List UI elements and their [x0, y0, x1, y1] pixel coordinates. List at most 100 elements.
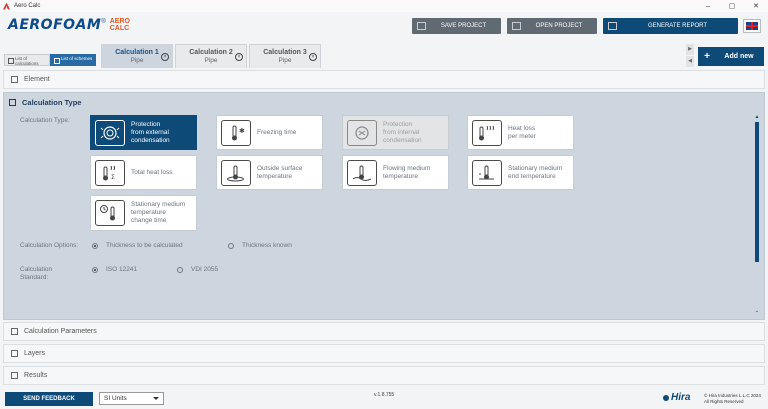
- radio-empty-icon: [228, 242, 234, 249]
- logo-sub-calc: CALC: [109, 25, 130, 32]
- close-tab-icon[interactable]: ×: [235, 53, 243, 61]
- list-of-schemes-button[interactable]: List of schemes: [50, 54, 96, 66]
- section-label: Calculation Parameters: [24, 328, 97, 335]
- generate-report-button[interactable]: GENERATE REPORT: [603, 18, 738, 34]
- card-stationary-end-temperature[interactable]: Stationary medium end temperature: [467, 155, 574, 190]
- surface-temperature-icon: [221, 159, 251, 186]
- version-label: v.1.8.755: [374, 392, 395, 398]
- section-results[interactable]: Results: [3, 366, 765, 385]
- tab-scroll-right-icon[interactable]: ▶: [686, 44, 694, 55]
- aerofoam-logo: AEROFOAM ® AERO CALC: [8, 17, 130, 33]
- layers-icon: [11, 350, 18, 357]
- calculation-type-header[interactable]: Calculation Type: [4, 93, 764, 112]
- scroll-up-icon[interactable]: ▲: [754, 114, 760, 120]
- scroll-thumb[interactable]: [755, 122, 759, 262]
- send-feedback-button[interactable]: SEND FEEDBACK: [5, 392, 93, 406]
- add-new-button[interactable]: + Add new: [698, 47, 764, 66]
- scroll-down-icon[interactable]: ⌄: [754, 308, 760, 314]
- section-element[interactable]: Element: [3, 70, 765, 89]
- save-icon: [417, 22, 426, 30]
- card-protection-external[interactable]: Protection from external condensation: [90, 115, 197, 150]
- calculation-type-label: Calculation Type:: [20, 117, 70, 124]
- hira-brand: Hira: [671, 392, 691, 403]
- tab-scroll-left-icon[interactable]: ◀: [686, 56, 694, 67]
- window-controls: – ▢ ✕: [696, 0, 768, 12]
- copyright: © Hira Industries L.L.C 2024 All Rights …: [704, 393, 761, 405]
- calculation-standard-label: Calculation Standard:: [20, 266, 53, 281]
- maximize-icon[interactable]: ▢: [720, 0, 744, 12]
- save-project-label: SAVE PROJECT: [440, 23, 487, 29]
- vertical-scrollbar[interactable]: ▲ ⌄: [754, 114, 760, 320]
- units-select[interactable]: SI Units: [99, 392, 164, 405]
- section-label: Layers: [24, 350, 46, 357]
- open-project-button[interactable]: OPEN PROJECT: [507, 18, 597, 34]
- tab-scroll: ▶ ◀: [686, 44, 694, 68]
- parameters-icon: [11, 328, 18, 335]
- app-icon: [3, 2, 10, 10]
- card-flowing-medium-temperature[interactable]: Flowing medium temperature: [342, 155, 449, 190]
- radio-label: VDI 2055: [191, 266, 219, 273]
- logo-reg: ®: [101, 19, 106, 25]
- flowing-medium-icon: [347, 159, 377, 186]
- radio-selected-icon: [92, 266, 98, 273]
- radio-vdi-2055[interactable]: VDI 2055: [177, 266, 218, 273]
- units-value: SI Units: [104, 395, 127, 402]
- card-label: Outside surface temperature: [257, 164, 303, 180]
- tab-calculation-3[interactable]: Calculation 3 Pipe ×: [249, 44, 321, 68]
- card-stationary-change-time[interactable]: Stationary medium temperature change time: [90, 195, 197, 231]
- card-heat-loss-per-meter[interactable]: Heat loss per meter: [467, 115, 574, 150]
- copyright-line-2: All Rights Reserved: [704, 399, 744, 404]
- card-label: Heat loss per meter: [508, 124, 536, 140]
- radio-thickness-calculated[interactable]: Thickness to be calculated: [92, 242, 183, 249]
- radio-thickness-known[interactable]: Thickness known: [228, 242, 292, 249]
- tab-calculation-2[interactable]: Calculation 2 Pipe ×: [175, 44, 247, 68]
- card-label: Flowing medium temperature: [383, 164, 431, 180]
- calculation-options-label: Calculation Options:: [20, 242, 79, 249]
- close-tab-icon[interactable]: ×: [161, 53, 169, 61]
- svg-text:Σ: Σ: [111, 174, 115, 181]
- list-of-calculations-button[interactable]: List of calculations: [4, 54, 50, 66]
- list-toggle: List of calculations List of schemes: [4, 54, 96, 66]
- close-icon[interactable]: ✕: [744, 0, 768, 12]
- hira-mark-icon: [663, 394, 669, 401]
- radio-iso-12241[interactable]: ISO 12241: [92, 266, 137, 273]
- grid-icon: [9, 99, 16, 106]
- card-label: Stationary medium temperature change time: [131, 201, 186, 224]
- report-icon: [608, 22, 617, 30]
- card-total-heat-loss[interactable]: Σ Total heat loss: [90, 155, 197, 190]
- card-label: Protection from internal condensation: [383, 120, 422, 144]
- section-layers[interactable]: Layers: [3, 344, 765, 363]
- radio-empty-icon: [177, 266, 183, 273]
- generate-report-label: GENERATE REPORT: [647, 23, 708, 29]
- minimize-icon[interactable]: –: [696, 0, 720, 12]
- calculation-type-title: Calculation Type: [22, 98, 82, 107]
- card-freezing-time[interactable]: ✱ Freezing time: [216, 115, 323, 150]
- results-icon: [11, 372, 18, 379]
- chevron-down-icon: [153, 397, 159, 400]
- hira-logo: Hira: [663, 392, 690, 403]
- app-footer: SEND FEEDBACK SI Units v.1.8.755 Hira © …: [0, 388, 768, 409]
- logo-main: AEROFOAM: [8, 17, 102, 33]
- app-header: AEROFOAM ® AERO CALC SAVE PROJECT OPEN PR…: [0, 12, 768, 42]
- section-label: Results: [24, 372, 48, 379]
- total-heat-loss-icon: Σ: [95, 159, 125, 186]
- plus-icon: +: [704, 51, 710, 62]
- section-calculation-parameters[interactable]: Calculation Parameters: [3, 322, 765, 341]
- logo-sub: AERO CALC: [110, 18, 130, 32]
- card-label: Total heat loss: [131, 168, 173, 176]
- window-title: Aero Calc: [14, 3, 41, 9]
- uk-flag-icon: [746, 22, 758, 30]
- save-project-button[interactable]: SAVE PROJECT: [412, 18, 501, 34]
- radio-label: Thickness known: [242, 242, 292, 249]
- add-new-label: Add new: [724, 53, 754, 60]
- window-titlebar: Aero Calc – ▢ ✕: [0, 0, 768, 12]
- card-protection-internal[interactable]: Protection from internal condensation: [342, 115, 449, 150]
- card-outside-surface-temperature[interactable]: Outside surface temperature: [216, 155, 323, 190]
- tab-calculation-1[interactable]: Calculation 1 Pipe ×: [101, 44, 173, 68]
- heat-loss-meter-icon: [472, 119, 502, 146]
- external-condensation-icon: [95, 119, 125, 146]
- language-button[interactable]: [743, 19, 761, 33]
- card-label: Freezing time: [257, 128, 297, 136]
- stationary-change-time-icon: [95, 200, 125, 226]
- close-tab-icon[interactable]: ×: [309, 53, 317, 61]
